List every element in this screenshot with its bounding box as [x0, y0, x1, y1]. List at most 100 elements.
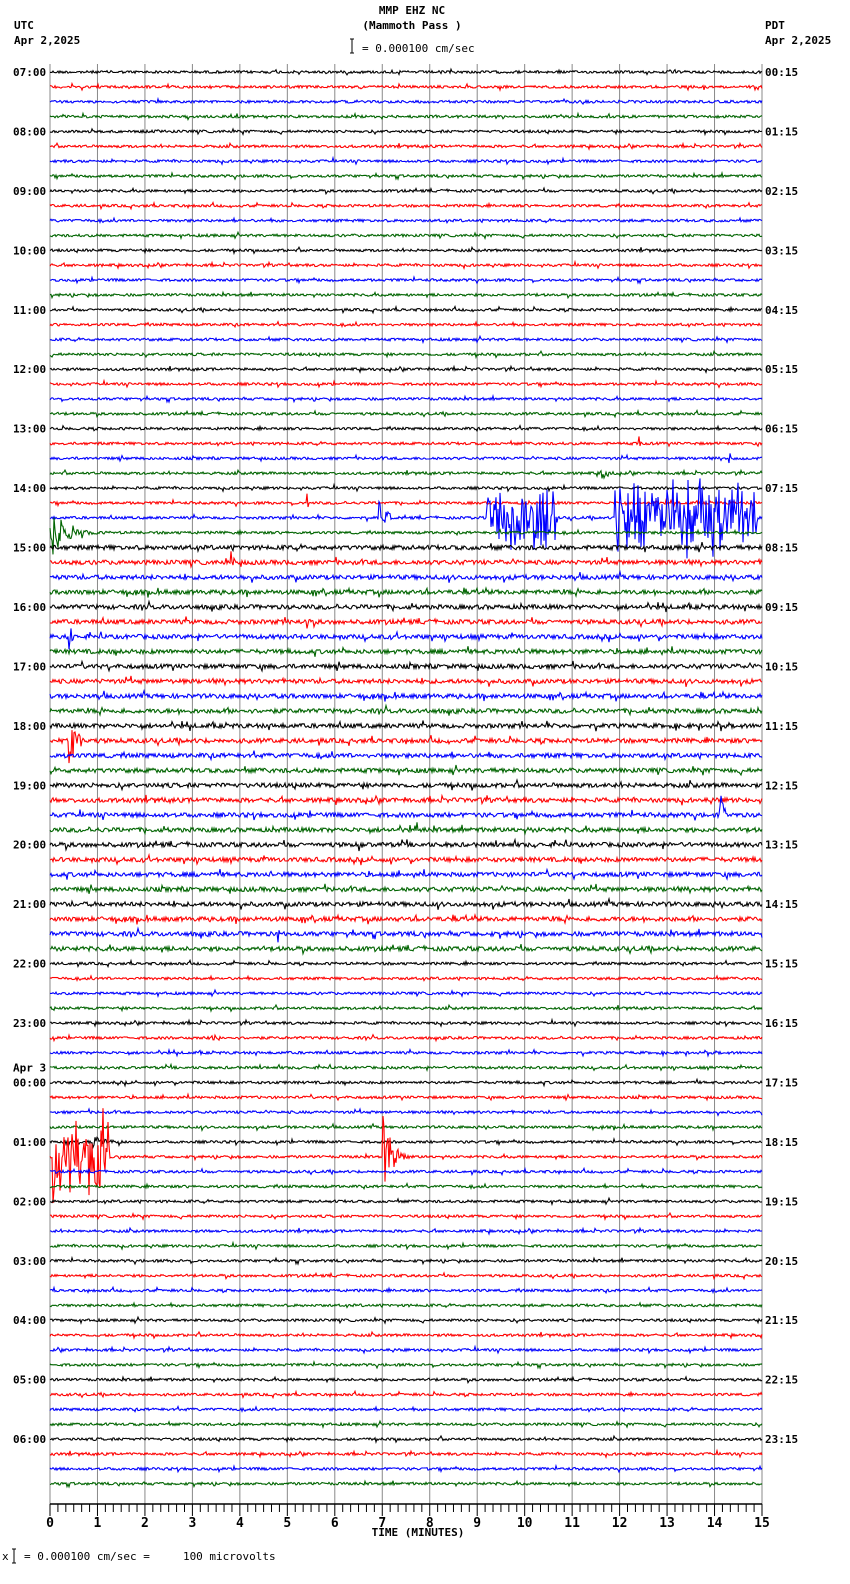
utc-hour-label: 23:00: [13, 1017, 46, 1030]
trace-line: [49, 628, 763, 650]
pdt-hour-label: 23:15: [765, 1433, 798, 1446]
trace-line: [49, 1479, 763, 1489]
trace-line: [49, 688, 763, 702]
utc-hour-label: 15:00: [13, 542, 46, 555]
utc-hour-label: 10:00: [13, 244, 46, 257]
trace-line: [49, 958, 763, 969]
right-date: Apr 2,2025: [765, 34, 831, 47]
trace-line: [49, 659, 763, 673]
x-tick-label: 3: [188, 1516, 196, 1531]
utc-hour-label: 04:00: [13, 1314, 46, 1327]
trace-line: [49, 1196, 763, 1207]
x-tick-label: 13: [659, 1516, 675, 1531]
pdt-hour-label: 02:15: [765, 185, 798, 198]
trace-line: [49, 141, 763, 151]
pdt-hour-label: 16:15: [765, 1017, 798, 1030]
pdt-hour-label: 08:15: [765, 542, 798, 555]
trace-line: [49, 1092, 763, 1102]
trace-line: [49, 245, 763, 256]
trace-line: [49, 453, 763, 464]
utc-hour-label: 12:00: [13, 363, 46, 376]
x-tick-label: 0: [46, 1516, 54, 1531]
x-tick-label: 5: [283, 1516, 291, 1531]
utc-hour-label: 06:00: [13, 1433, 46, 1446]
x-tick-label: 4: [236, 1516, 244, 1531]
trace-line: [49, 96, 763, 105]
trace-line: [49, 393, 763, 404]
trace-line: [49, 468, 763, 480]
pdt-hour-label: 06:15: [765, 423, 798, 436]
trace-line: [49, 569, 763, 583]
trace-line: [49, 778, 763, 792]
trace-line: [49, 1344, 763, 1355]
trace-line: [49, 304, 763, 315]
pdt-hour-label: 14:15: [765, 898, 798, 911]
trace-line: [49, 186, 763, 196]
trace-line: [49, 943, 763, 956]
trace-line: [49, 1448, 763, 1459]
trace-line: [49, 216, 763, 225]
x-tick-label: 1: [94, 1516, 102, 1531]
pdt-hour-label: 17:15: [765, 1076, 798, 1089]
trace-line: [49, 837, 763, 852]
trace-line: [49, 1166, 763, 1177]
pdt-hour-label: 18:15: [765, 1136, 798, 1149]
trace-line: [49, 1077, 763, 1088]
trace-line: [49, 1136, 763, 1150]
utc-hour-label: 16:00: [13, 601, 46, 614]
footer-scale-bar-icon: [12, 1548, 16, 1564]
pdt-hour-label: 12:15: [765, 779, 798, 792]
trace-line: [49, 408, 763, 419]
pdt-hour-label: 05:15: [765, 363, 798, 376]
scale-label: = 0.000100 cm/sec: [362, 42, 475, 55]
trace-line: [49, 200, 763, 211]
trace-line: [49, 1182, 763, 1190]
seismic-traces: [49, 67, 763, 1489]
left-date: Apr 2,2025: [14, 34, 80, 47]
trace-line: [49, 1271, 763, 1281]
utc-hour-label: 00:00: [13, 1076, 46, 1089]
trace-line: [49, 1226, 763, 1236]
trace-line: [49, 259, 763, 271]
trace-line: [49, 793, 763, 807]
trace-line: [49, 1062, 763, 1073]
pdt-hour-label: 22:15: [765, 1374, 798, 1387]
pdt-hour-label: 03:15: [765, 244, 798, 257]
trace-line: [50, 1434, 763, 1444]
trace-line: [49, 1017, 763, 1028]
utc-hour-label: 09:00: [13, 185, 46, 198]
helicorder-plot: MMP EHZ NC (Mammoth Pass ) UTC Apr 2,202…: [2, 4, 831, 1564]
trace-line: [49, 1108, 763, 1204]
utc-hour-label: 17:00: [13, 660, 46, 673]
trace-line: [49, 1359, 763, 1370]
pdt-hour-label: 21:15: [765, 1314, 798, 1327]
x-tick-label: 2: [141, 1516, 149, 1531]
x-tick-label: 14: [707, 1516, 723, 1531]
trace-line: [49, 1389, 763, 1400]
trace-line: [49, 81, 763, 93]
trace-line: [49, 883, 763, 895]
trace-line: [49, 1047, 763, 1058]
trace-line: [49, 1003, 763, 1013]
pdt-hour-label: 07:15: [765, 482, 798, 495]
trace-line: [49, 230, 763, 241]
trace-line: [49, 645, 763, 657]
left-timezone: UTC: [14, 19, 34, 32]
pdt-hour-label: 10:15: [765, 660, 798, 673]
trace-line: [49, 1419, 763, 1429]
utc-hour-label: 05:00: [13, 1374, 46, 1387]
trace-line: [49, 1240, 763, 1251]
trace-line: [49, 719, 763, 732]
trace-line: [49, 896, 763, 910]
x-tick-label: 15: [754, 1516, 770, 1531]
pdt-hour-label: 04:15: [765, 304, 798, 317]
trace-line: [49, 482, 763, 493]
trace-line: [49, 1463, 763, 1474]
utc-hour-label: 03:00: [13, 1255, 46, 1268]
footer-scale-text: = 0.000100 cm/sec = 100 microvolts: [24, 1550, 276, 1563]
x-tick-label: 11: [564, 1516, 580, 1531]
utc-date-label: Apr 3: [13, 1061, 46, 1074]
trace-line: [49, 111, 763, 121]
trace-line: [49, 67, 763, 77]
utc-hour-label: 18:00: [13, 720, 46, 733]
